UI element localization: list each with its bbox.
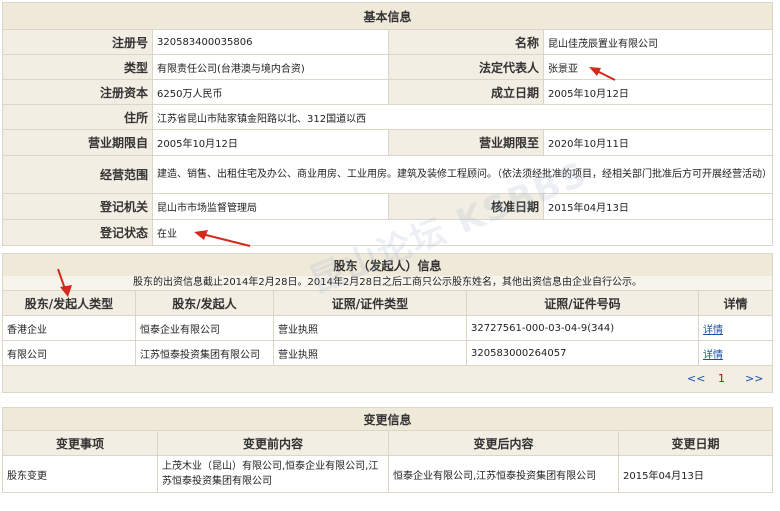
col-sh-id-no: 证照/证件号码 xyxy=(466,290,699,316)
term-to-value: 2020年10月11日 xyxy=(543,129,773,156)
page-number[interactable]: 1 xyxy=(718,372,725,385)
term-from-value: 2005年10月12日 xyxy=(152,129,389,156)
changes-table: 变更信息 变更事项 变更前内容 变更后内容 变更日期 股东变更 上茂木业（昆山）… xyxy=(2,407,773,493)
prev-page-button[interactable]: << xyxy=(687,372,705,385)
changes-title: 变更信息 xyxy=(2,407,773,431)
authority-value: 昆山市市场监督管理局 xyxy=(152,193,389,220)
address-value: 江苏省昆山市陆家镇金阳路以北、312国道以西 xyxy=(152,104,773,130)
name-label: 名称 xyxy=(388,29,544,55)
shareholders-title: 股东（发起人）信息 xyxy=(2,253,773,276)
page: 基本信息 注册号 320583400035806 名称 昆山佳茂辰置业有限公司 … xyxy=(2,2,773,493)
term-from-label: 营业期限自 xyxy=(2,129,153,156)
sh-type: 有限公司 xyxy=(2,340,136,366)
col-change-date: 变更日期 xyxy=(618,430,773,456)
type-label: 类型 xyxy=(2,54,153,80)
sh-type: 香港企业 xyxy=(2,315,136,341)
col-change-after: 变更后内容 xyxy=(388,430,619,456)
shareholders-table: 股东（发起人）信息 股东的出资信息截止2014年2月28日。2014年2月28日… xyxy=(2,253,773,366)
status-label: 登记状态 xyxy=(2,219,153,246)
est-date-value: 2005年10月12日 xyxy=(543,79,773,105)
change-item: 股东变更 xyxy=(2,455,158,493)
legal-rep-label: 法定代表人 xyxy=(388,54,544,80)
change-date: 2015年04月13日 xyxy=(618,455,773,493)
table-row: 股东变更 上茂木业（昆山）有限公司,恒泰企业有限公司,江苏恒泰投资集团有限公司 … xyxy=(2,455,773,493)
col-change-before: 变更前内容 xyxy=(157,430,389,456)
scope-label: 经营范围 xyxy=(2,155,153,194)
approve-date-label: 核准日期 xyxy=(388,193,544,220)
change-before: 上茂木业（昆山）有限公司,恒泰企业有限公司,江苏恒泰投资集团有限公司 xyxy=(157,455,389,493)
authority-label: 登记机关 xyxy=(2,193,153,220)
basic-info-title: 基本信息 xyxy=(2,2,773,30)
scope-value: 建造、销售、出租住宅及办公、商业用房、工业用房。建筑及装修工程顾问。（依法须经批… xyxy=(152,155,773,194)
reg-no-value: 320583400035806 xyxy=(152,29,389,55)
annotation-arrow-icon xyxy=(589,67,616,81)
next-page-button[interactable]: >> xyxy=(745,372,763,385)
legal-rep-value: 张景亚 xyxy=(543,54,773,80)
sh-id-no: 320583000264057 xyxy=(466,340,699,366)
reg-no-label: 注册号 xyxy=(2,29,153,55)
est-date-label: 成立日期 xyxy=(388,79,544,105)
pagination: << 1 >> xyxy=(2,366,773,393)
capital-label: 注册资本 xyxy=(2,79,153,105)
approve-date-value: 2015年04月13日 xyxy=(543,193,773,220)
sh-name: 江苏恒泰投资集团有限公司 xyxy=(135,340,274,366)
change-after: 恒泰企业有限公司,江苏恒泰投资集团有限公司 xyxy=(388,455,619,493)
basic-info-table: 基本信息 注册号 320583400035806 名称 昆山佳茂辰置业有限公司 … xyxy=(2,2,773,246)
annotation-arrow-icon xyxy=(194,230,251,247)
term-to-label: 营业期限至 xyxy=(388,129,544,156)
table-row: 有限公司 江苏恒泰投资集团有限公司 营业执照 320583000264057 详… xyxy=(2,340,773,366)
sh-id-type: 营业执照 xyxy=(273,315,467,341)
table-row: 香港企业 恒泰企业有限公司 营业执照 32727561-000-03-04-9(… xyxy=(2,315,773,341)
name-value: 昆山佳茂辰置业有限公司 xyxy=(543,29,773,55)
address-label: 住所 xyxy=(2,104,153,130)
capital-value: 6250万人民币 xyxy=(152,79,389,105)
col-sh-id-type: 证照/证件类型 xyxy=(273,290,467,316)
col-change-item: 变更事项 xyxy=(2,430,158,456)
sh-id-no: 32727561-000-03-04-9(344) xyxy=(466,315,699,341)
detail-link[interactable]: 详情 xyxy=(703,350,723,361)
sh-id-type: 营业执照 xyxy=(273,340,467,366)
annotation-arrow-icon xyxy=(57,268,72,297)
sh-name: 恒泰企业有限公司 xyxy=(135,315,274,341)
type-value: 有限责任公司(台港澳与境内合资) xyxy=(152,54,389,80)
detail-link[interactable]: 详情 xyxy=(703,325,723,336)
shareholders-note: 股东的出资信息截止2014年2月28日。2014年2月28日之后工商只公示股东姓… xyxy=(2,276,773,291)
col-sh-name: 股东/发起人 xyxy=(135,290,274,316)
col-sh-detail: 详情 xyxy=(698,290,773,316)
